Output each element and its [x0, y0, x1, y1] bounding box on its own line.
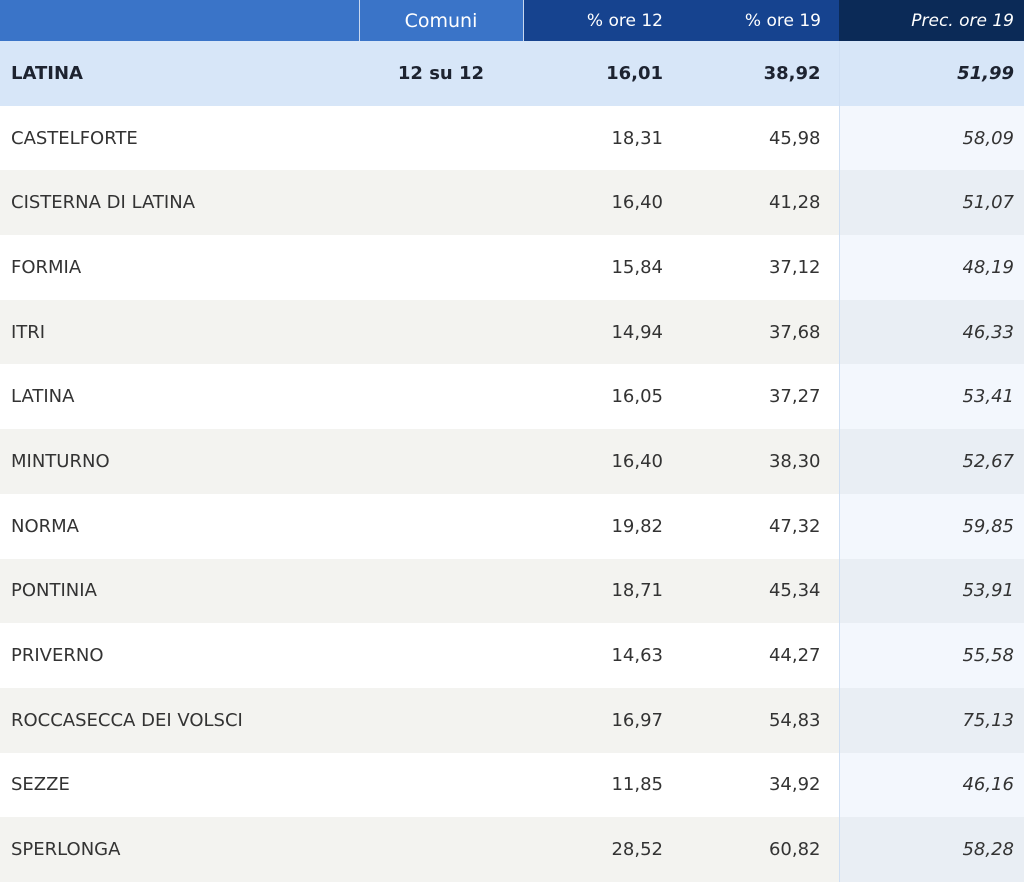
table-row: SEZZE 11,85 34,92 46,16 [0, 752, 1024, 818]
municipality-comuni [359, 687, 523, 753]
municipality-name: CASTELFORTE [0, 105, 359, 171]
municipality-name: PRIVERNO [0, 623, 359, 688]
turnout-ore19: 45,34 [681, 558, 839, 624]
table-row: ROCCASECCA DEI VOLSCI 16,97 54,83 75,13 [0, 687, 1024, 753]
turnout-ore19: 37,68 [681, 299, 839, 365]
municipality-name: ROCCASECCA DEI VOLSCI [0, 687, 359, 753]
turnout-ore12: 18,71 [523, 558, 681, 624]
total-name: LATINA [0, 41, 359, 106]
turnout-ore12: 15,84 [523, 235, 681, 300]
header-ore12[interactable]: % ore 12 [523, 0, 681, 41]
municipality-name: NORMA [0, 493, 359, 559]
turnout-ore12: 14,63 [523, 623, 681, 688]
table-row: ITRI 14,94 37,68 46,33 [0, 299, 1024, 365]
turnout-prec: 58,09 [838, 105, 1024, 171]
municipality-comuni [359, 429, 523, 494]
turnout-ore19: 54,83 [681, 687, 839, 753]
turnout-ore12: 18,31 [523, 105, 681, 171]
total-comuni: 12 su 12 [359, 41, 523, 106]
turnout-prec: 48,19 [838, 235, 1024, 300]
turnout-prec: 46,33 [838, 299, 1024, 365]
turnout-ore12: 28,52 [523, 817, 681, 882]
turnout-prec: 58,28 [838, 817, 1024, 882]
municipality-comuni [359, 105, 523, 171]
turnout-ore19: 41,28 [681, 170, 839, 236]
turnout-ore12: 16,40 [523, 429, 681, 494]
table-row: PONTINIA 18,71 45,34 53,91 [0, 558, 1024, 624]
municipality-comuni [359, 752, 523, 818]
municipality-name: LATINA [0, 364, 359, 430]
municipality-name: SPERLONGA [0, 817, 359, 882]
total-ore12: 16,01 [523, 41, 681, 106]
municipality-name: CISTERNA DI LATINA [0, 170, 359, 236]
municipality-comuni [359, 817, 523, 882]
municipality-comuni [359, 299, 523, 365]
municipality-name: MINTURNO [0, 429, 359, 494]
turnout-ore12: 11,85 [523, 752, 681, 818]
turnout-prec: 55,58 [838, 623, 1024, 688]
table-row: MINTURNO 16,40 38,30 52,67 [0, 429, 1024, 494]
municipality-name: SEZZE [0, 752, 359, 818]
turnout-prec: 53,91 [838, 558, 1024, 624]
turnout-ore12: 19,82 [523, 493, 681, 559]
turnout-ore19: 47,32 [681, 493, 839, 559]
turnout-ore12: 16,05 [523, 364, 681, 430]
turnout-ore19: 60,82 [681, 817, 839, 882]
total-row: LATINA 12 su 12 16,01 38,92 51,99 [0, 41, 1024, 106]
turnout-ore12: 16,40 [523, 170, 681, 236]
municipality-comuni [359, 558, 523, 624]
header-ore19[interactable]: % ore 19 [681, 0, 839, 41]
turnout-ore19: 37,27 [681, 364, 839, 430]
turnout-prec: 51,07 [838, 170, 1024, 236]
turnout-ore12: 14,94 [523, 299, 681, 365]
header-name [0, 0, 359, 41]
municipality-comuni [359, 364, 523, 430]
turnout-ore12: 16,97 [523, 687, 681, 753]
table-row: CISTERNA DI LATINA 16,40 41,28 51,07 [0, 170, 1024, 236]
municipality-name: ITRI [0, 299, 359, 365]
turnout-ore19: 37,12 [681, 235, 839, 300]
municipality-name: PONTINIA [0, 558, 359, 624]
municipality-comuni [359, 235, 523, 300]
turnout-prec: 46,16 [838, 752, 1024, 818]
municipality-comuni [359, 493, 523, 559]
turnout-ore19: 34,92 [681, 752, 839, 818]
table-row: NORMA 19,82 47,32 59,85 [0, 493, 1024, 559]
municipality-name: FORMIA [0, 235, 359, 300]
turnout-ore19: 44,27 [681, 623, 839, 688]
turnout-prec: 53,41 [838, 364, 1024, 430]
header-comuni[interactable]: Comuni [358, 0, 524, 41]
turnout-prec: 59,85 [838, 493, 1024, 559]
total-prec: 51,99 [838, 41, 1024, 106]
table-row: LATINA 16,05 37,27 53,41 [0, 364, 1024, 430]
turnout-prec: 52,67 [838, 429, 1024, 494]
municipality-comuni [359, 170, 523, 236]
turnout-table: Comuni % ore 12 % ore 19 Prec. ore 19 LA… [0, 0, 1024, 882]
table-header: Comuni % ore 12 % ore 19 Prec. ore 19 [0, 0, 1024, 41]
header-prec[interactable]: Prec. ore 19 [839, 0, 1024, 41]
turnout-ore19: 45,98 [681, 105, 839, 171]
table-row: SPERLONGA 28,52 60,82 58,28 [0, 817, 1024, 882]
table-row: CASTELFORTE 18,31 45,98 58,09 [0, 105, 1024, 171]
municipality-comuni [359, 623, 523, 688]
turnout-ore19: 38,30 [681, 429, 839, 494]
table-row: PRIVERNO 14,63 44,27 55,58 [0, 623, 1024, 688]
table-row: FORMIA 15,84 37,12 48,19 [0, 235, 1024, 300]
turnout-prec: 75,13 [838, 687, 1024, 753]
total-ore19: 38,92 [681, 41, 839, 106]
